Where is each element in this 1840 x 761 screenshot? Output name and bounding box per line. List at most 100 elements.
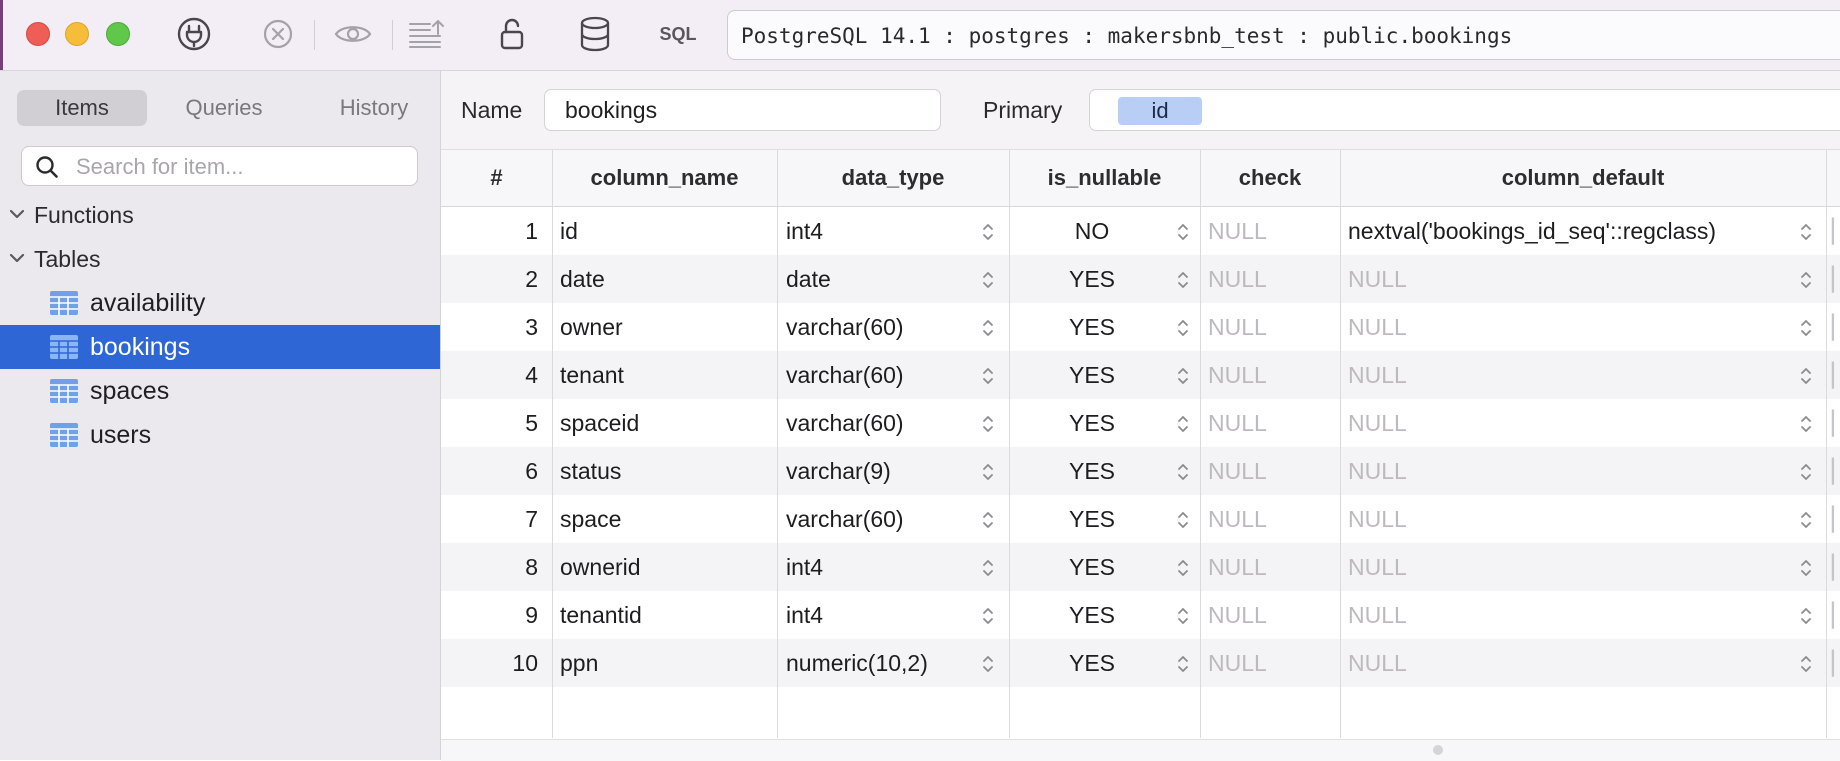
- is-nullable-cell[interactable]: YES: [1009, 591, 1175, 639]
- check-cell[interactable]: NULL: [1208, 399, 1333, 447]
- data-type-cell[interactable]: varchar(60): [786, 399, 971, 447]
- table-name-field[interactable]: bookings: [544, 89, 941, 131]
- chevron-up-down-icon[interactable]: [1799, 365, 1813, 392]
- is-nullable-cell[interactable]: YES: [1009, 303, 1175, 351]
- chevron-up-down-icon[interactable]: [981, 605, 995, 632]
- is-nullable-cell[interactable]: NO: [1009, 207, 1175, 255]
- database-icon[interactable]: [578, 14, 612, 54]
- row-index[interactable]: 9: [441, 591, 538, 639]
- close-window-button[interactable]: [26, 22, 50, 46]
- row-index[interactable]: 6: [441, 447, 538, 495]
- table-row[interactable]: 9 tenantid int4 YES NULL NULL ▏: [441, 591, 1840, 639]
- group-functions[interactable]: Functions: [0, 197, 440, 233]
- table-row[interactable]: 5 spaceid varchar(60) YES NULL NULL ▏: [441, 399, 1840, 447]
- table-row[interactable]: 6 status varchar(9) YES NULL NULL ▏: [441, 447, 1840, 495]
- search-input[interactable]: [74, 147, 408, 187]
- header-column-default[interactable]: column_default: [1340, 150, 1826, 206]
- header-check[interactable]: check: [1200, 150, 1340, 206]
- data-type-cell[interactable]: int4: [786, 591, 971, 639]
- is-nullable-cell[interactable]: YES: [1009, 447, 1175, 495]
- column-default-cell[interactable]: NULL: [1348, 255, 1788, 303]
- check-cell[interactable]: NULL: [1208, 591, 1333, 639]
- chevron-up-down-icon[interactable]: [1799, 221, 1813, 248]
- primary-key-chip[interactable]: id: [1118, 97, 1202, 125]
- group-tables[interactable]: Tables: [0, 241, 440, 277]
- column-name-cell[interactable]: ppn: [560, 639, 770, 687]
- data-type-cell[interactable]: varchar(9): [786, 447, 971, 495]
- column-name-cell[interactable]: tenant: [560, 351, 770, 399]
- check-cell[interactable]: NULL: [1208, 207, 1333, 255]
- data-type-cell[interactable]: date: [786, 255, 971, 303]
- row-index[interactable]: 2: [441, 255, 538, 303]
- chevron-up-down-icon[interactable]: [981, 413, 995, 440]
- table-row[interactable]: 4 tenant varchar(60) YES NULL NULL ▏: [441, 351, 1840, 399]
- is-nullable-cell[interactable]: YES: [1009, 399, 1175, 447]
- chevron-up-down-icon[interactable]: [1176, 509, 1190, 536]
- table-row[interactable]: 2 date date YES NULL NULL ▏: [441, 255, 1840, 303]
- chevron-up-down-icon[interactable]: [981, 461, 995, 488]
- is-nullable-cell[interactable]: YES: [1009, 543, 1175, 591]
- chevron-up-down-icon[interactable]: [981, 221, 995, 248]
- primary-key-field[interactable]: id: [1089, 89, 1840, 131]
- chevron-up-down-icon[interactable]: [1799, 413, 1813, 440]
- lock-open-icon[interactable]: [496, 14, 528, 54]
- is-nullable-cell[interactable]: YES: [1009, 351, 1175, 399]
- row-index[interactable]: 3: [441, 303, 538, 351]
- column-name-cell[interactable]: ownerid: [560, 543, 770, 591]
- column-default-cell[interactable]: NULL: [1348, 447, 1788, 495]
- check-cell[interactable]: NULL: [1208, 303, 1333, 351]
- data-type-cell[interactable]: int4: [786, 207, 971, 255]
- tab-items[interactable]: Items: [17, 90, 147, 126]
- data-type-cell[interactable]: numeric(10,2): [786, 639, 971, 687]
- chevron-up-down-icon[interactable]: [981, 557, 995, 584]
- chevron-up-down-icon[interactable]: [1176, 365, 1190, 392]
- data-type-cell[interactable]: varchar(60): [786, 495, 971, 543]
- chevron-up-down-icon[interactable]: [1799, 317, 1813, 344]
- sidebar-item-users[interactable]: users: [0, 413, 440, 457]
- chevron-up-down-icon[interactable]: [981, 365, 995, 392]
- close-circle-icon[interactable]: [258, 14, 298, 54]
- chevron-up-down-icon[interactable]: [1799, 461, 1813, 488]
- row-index[interactable]: 5: [441, 399, 538, 447]
- header-index[interactable]: #: [441, 150, 552, 206]
- zoom-window-button[interactable]: [106, 22, 130, 46]
- chevron-up-down-icon[interactable]: [1799, 557, 1813, 584]
- column-default-cell[interactable]: NULL: [1348, 543, 1788, 591]
- sql-button[interactable]: SQL: [655, 14, 701, 54]
- column-default-cell[interactable]: NULL: [1348, 495, 1788, 543]
- column-name-cell[interactable]: tenantid: [560, 591, 770, 639]
- sidebar-item-bookings[interactable]: bookings: [0, 325, 440, 369]
- check-cell[interactable]: NULL: [1208, 255, 1333, 303]
- row-index[interactable]: 10: [441, 639, 538, 687]
- chevron-up-down-icon[interactable]: [981, 509, 995, 536]
- horizontal-scrollbar[interactable]: [441, 739, 1840, 761]
- column-default-cell[interactable]: NULL: [1348, 639, 1788, 687]
- row-index[interactable]: 4: [441, 351, 538, 399]
- chevron-up-down-icon[interactable]: [1176, 557, 1190, 584]
- table-row[interactable]: 8 ownerid int4 YES NULL NULL ▏: [441, 543, 1840, 591]
- chevron-up-down-icon[interactable]: [1176, 653, 1190, 680]
- chevron-down-icon[interactable]: [9, 197, 25, 243]
- is-nullable-cell[interactable]: YES: [1009, 255, 1175, 303]
- import-icon[interactable]: [404, 14, 448, 54]
- column-default-cell[interactable]: NULL: [1348, 351, 1788, 399]
- column-default-cell[interactable]: nextval('bookings_id_seq'::regclass): [1348, 207, 1788, 255]
- tab-queries[interactable]: Queries: [159, 90, 289, 126]
- chevron-up-down-icon[interactable]: [1799, 605, 1813, 632]
- column-default-cell[interactable]: NULL: [1348, 591, 1788, 639]
- chevron-up-down-icon[interactable]: [1176, 269, 1190, 296]
- chevron-up-down-icon[interactable]: [1176, 221, 1190, 248]
- check-cell[interactable]: NULL: [1208, 543, 1333, 591]
- table-row[interactable]: 10 ppn numeric(10,2) YES NULL NULL ▏: [441, 639, 1840, 687]
- plug-icon[interactable]: [174, 14, 214, 54]
- minimize-window-button[interactable]: [65, 22, 89, 46]
- chevron-up-down-icon[interactable]: [1799, 653, 1813, 680]
- chevron-up-down-icon[interactable]: [1799, 509, 1813, 536]
- column-default-cell[interactable]: NULL: [1348, 399, 1788, 447]
- column-name-cell[interactable]: owner: [560, 303, 770, 351]
- column-name-cell[interactable]: space: [560, 495, 770, 543]
- table-row[interactable]: 3 owner varchar(60) YES NULL NULL ▏: [441, 303, 1840, 351]
- chevron-up-down-icon[interactable]: [981, 269, 995, 296]
- data-type-cell[interactable]: varchar(60): [786, 303, 971, 351]
- row-index[interactable]: 8: [441, 543, 538, 591]
